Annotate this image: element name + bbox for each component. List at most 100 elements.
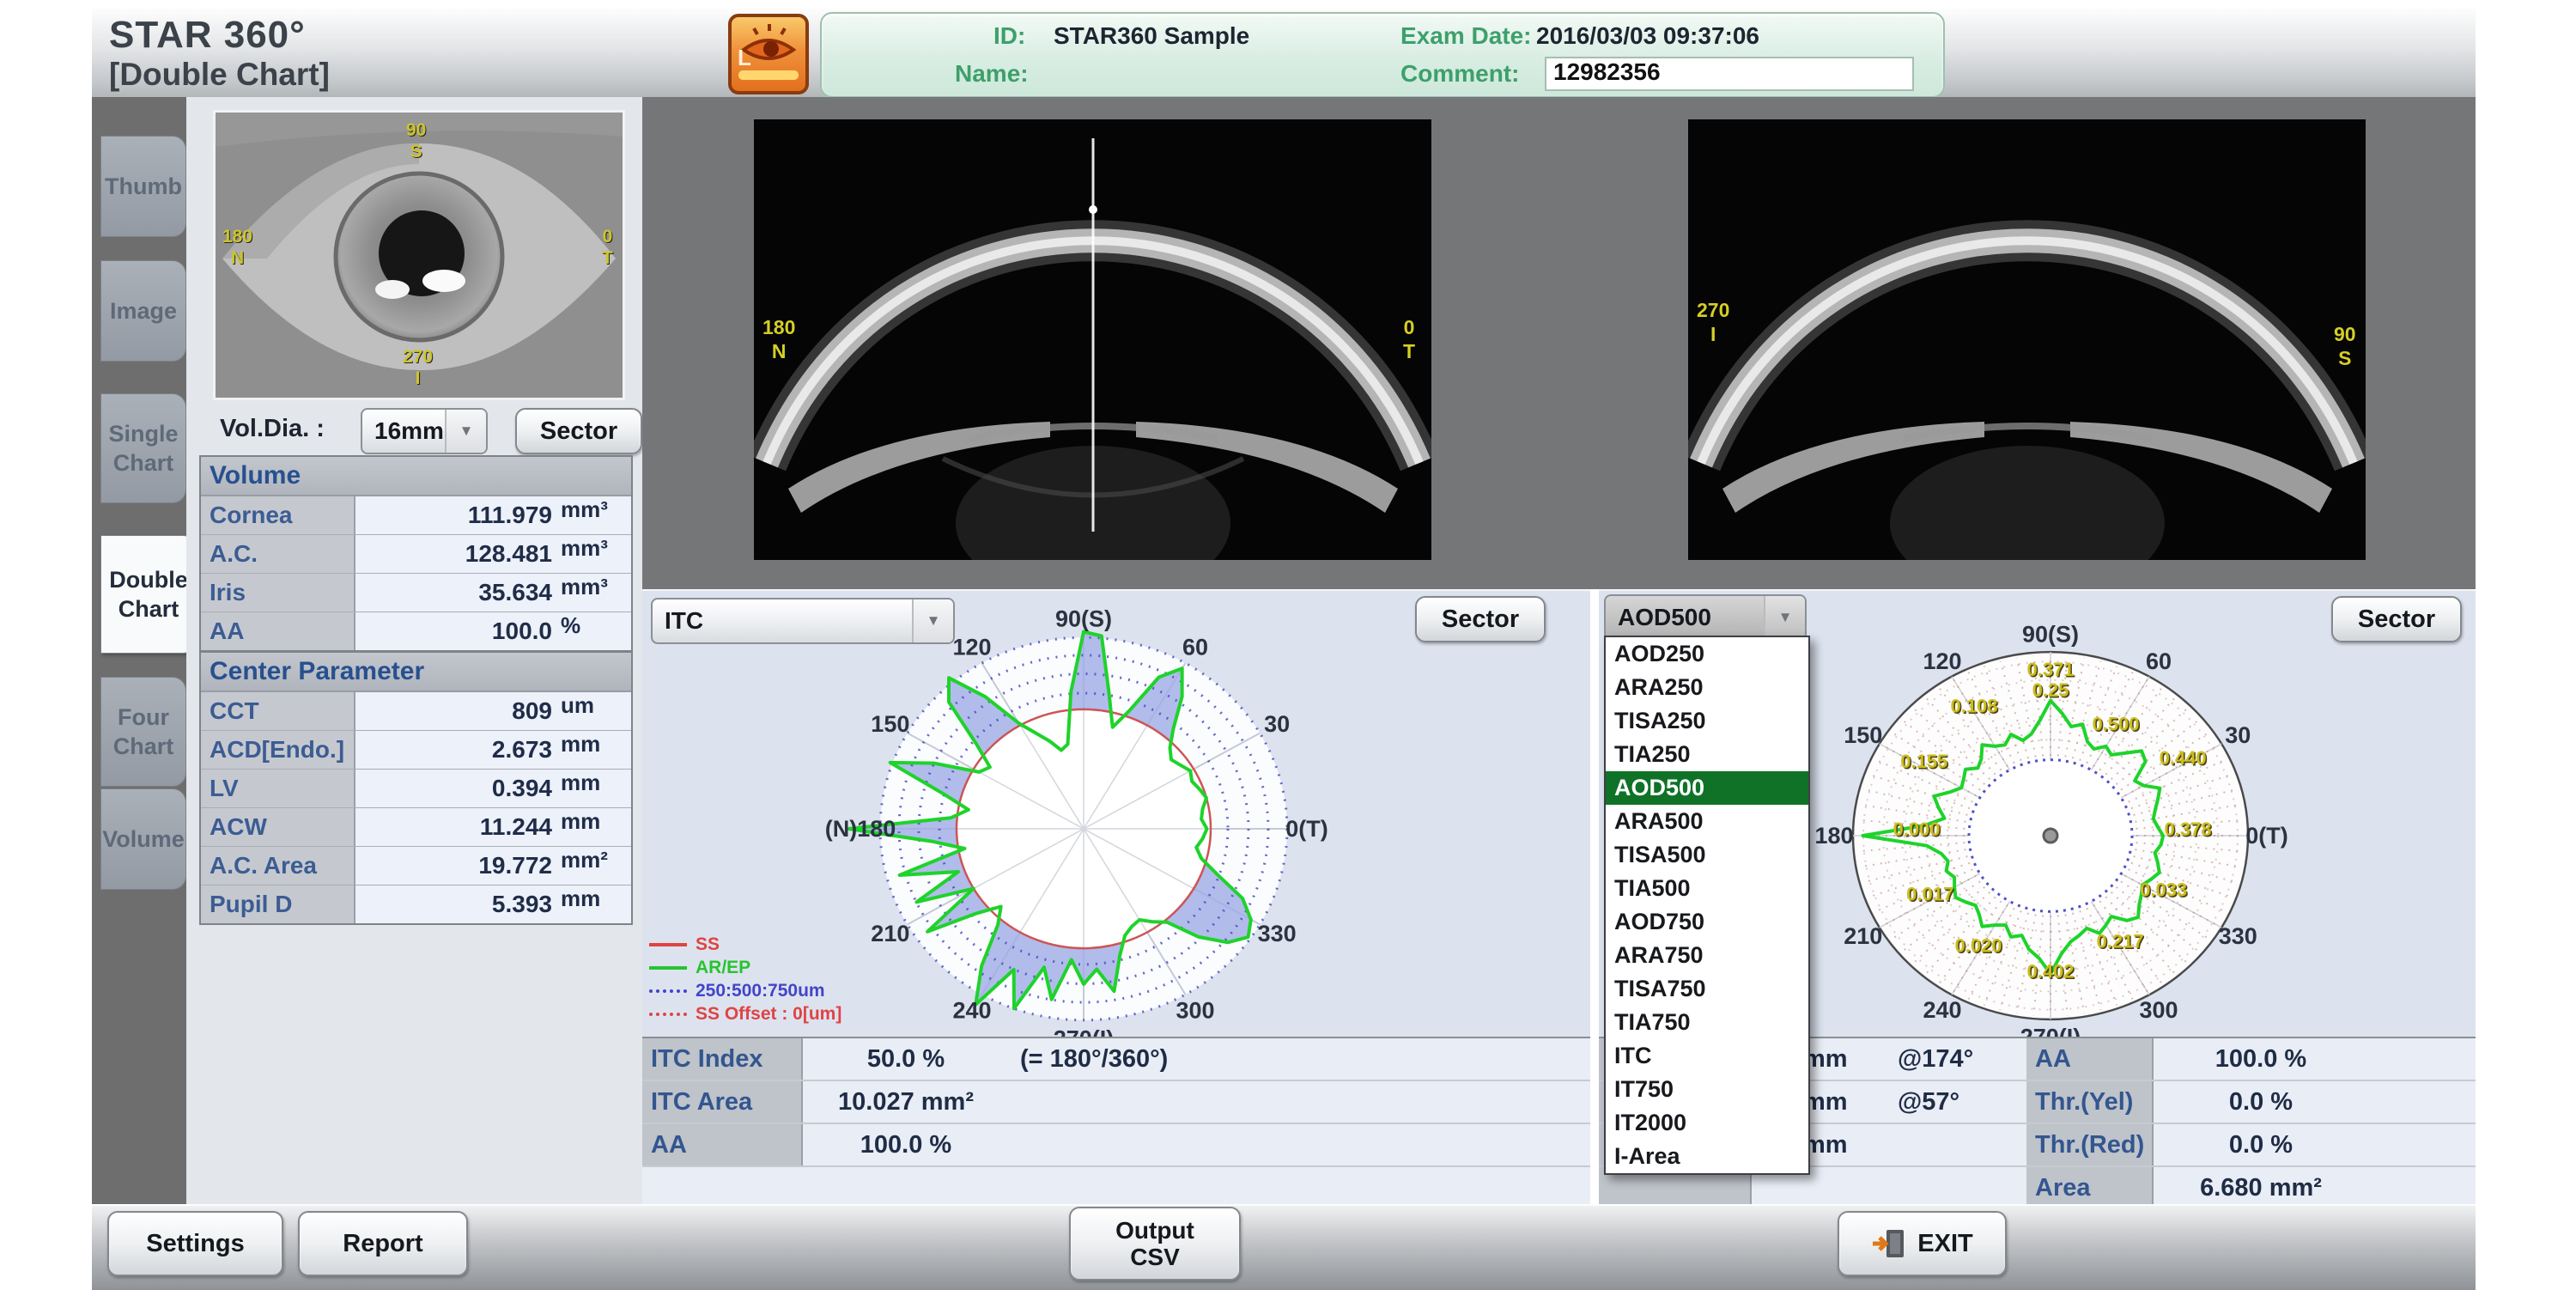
output-csv-button[interactable]: Output CSV [1069, 1207, 1241, 1281]
oct-right-inferior-label: 270I [1697, 298, 1729, 346]
dropdown-option-itc[interactable]: ITC [1606, 1039, 1808, 1073]
legend-label: AR/EP [696, 958, 750, 978]
result-label: Thr.(Red) [2026, 1124, 2154, 1165]
dropdown-option-aod500[interactable]: AOD500 [1606, 771, 1808, 805]
result-value: 10.027 mm² [803, 1081, 1009, 1123]
volume-row-label: AA [201, 612, 355, 650]
legend-item: SS [649, 933, 841, 956]
svg-text:180: 180 [1814, 823, 1853, 849]
dropdown-option-tisa750[interactable]: TISA750 [1606, 972, 1808, 1006]
result-note [1020, 1081, 1364, 1123]
footer-bar: Settings Report Output CSV EXIT [92, 1204, 2476, 1290]
right-chart-sector-button[interactable]: Sector [2331, 596, 2462, 642]
sidebar-tab-four-chart[interactable]: FourChart [100, 677, 186, 787]
sidebar-tab-single-chart[interactable]: SingleChart [100, 393, 186, 503]
thumb-label-temporal: 0T [602, 226, 613, 269]
svg-text:210: 210 [871, 921, 909, 946]
vol-dia-dropdown[interactable]: 16mm ▼ [361, 408, 488, 454]
dropdown-option-it750[interactable]: IT750 [1606, 1073, 1808, 1106]
result-value: 50.0 % [803, 1038, 1009, 1080]
vol-dia-label: Vol.Dia. : [220, 415, 325, 443]
thumb-label-nasal: 180N [222, 226, 252, 269]
svg-text:210: 210 [1844, 923, 1882, 949]
sidebar-tab-double-chart[interactable]: DoubleChart [100, 535, 197, 654]
itc-polar-chart: 0(T)306090(S)120150(N)180210240270(I)300… [807, 599, 1374, 1050]
center-parameter-row: ACD[Endo.]2.673mm [201, 731, 631, 770]
dropdown-option-aod250[interactable]: AOD250 [1606, 637, 1808, 671]
settings-button[interactable]: Settings [107, 1211, 283, 1276]
oct-scan-zone: 180N 0T 270I 90S [642, 97, 2476, 589]
dropdown-option-ara500[interactable]: ARA500 [1606, 805, 1808, 838]
svg-text:150: 150 [871, 711, 909, 737]
result-unit: mm [1803, 1038, 1906, 1080]
eye-thumbnail-image[interactable]: 90S 180N 0T 270I [213, 110, 625, 400]
result-label: Area [2026, 1167, 2154, 1208]
result-value: 0.0 % [2154, 1081, 2368, 1123]
svg-text:60: 60 [1182, 634, 1208, 660]
oct-right-superior-label: 90S [2334, 322, 2356, 370]
result-note [1020, 1167, 1364, 1208]
dropdown-option-ara250[interactable]: ARA250 [1606, 671, 1808, 704]
oct-scan-left-image[interactable]: 180N 0T [754, 119, 1431, 560]
svg-text:0.108: 0.108 [1950, 696, 1997, 717]
dropdown-option-aod750[interactable]: AOD750 [1606, 905, 1808, 939]
svg-text:120: 120 [1923, 648, 1961, 674]
exam-date-label: Exam Date: [1400, 22, 1532, 50]
center-parameter-row-value: 19.772 [355, 847, 552, 885]
tab-label-line: Double [109, 565, 188, 594]
dropdown-option-ara750[interactable]: ARA750 [1606, 939, 1808, 972]
output-csv-line2: CSV [1130, 1244, 1180, 1270]
svg-text:(N)180: (N)180 [825, 816, 896, 842]
dropdown-option-tisa500[interactable]: TISA500 [1606, 838, 1808, 872]
center-parameter-row-unit: um [552, 692, 631, 730]
dropdown-option-tia250[interactable]: TIA250 [1606, 738, 1808, 771]
center-parameter-row-label: A.C. Area [201, 847, 355, 885]
result-label: AA [642, 1124, 803, 1165]
comment-input[interactable]: 12982356 [1545, 57, 1914, 91]
svg-text:330: 330 [2219, 923, 2257, 949]
oct-scan-right-image[interactable]: 270I 90S [1688, 119, 2366, 560]
svg-text:90(S): 90(S) [1055, 606, 1112, 632]
center-parameter-row: A.C. Area19.772mm² [201, 847, 631, 885]
thumb-label-inferior: 270I [403, 346, 433, 389]
exam-date-value: 2016/03/03 09:37:06 [1536, 22, 1759, 50]
volume-diameter-row: Vol.Dia. : 16mm ▼ Sector [213, 405, 642, 456]
left-chart-sector-button[interactable]: Sector [1415, 596, 1546, 642]
oct-left-graphic [754, 119, 1431, 560]
center-parameter-row-label: LV [201, 770, 355, 807]
result-note [1020, 1124, 1364, 1165]
sidebar-tab-thumb[interactable]: Thumb [100, 136, 186, 237]
result-value [803, 1167, 1009, 1208]
result-angle [1898, 1124, 2026, 1165]
svg-text:0.440: 0.440 [2160, 747, 2207, 769]
result-unit [1803, 1167, 1906, 1208]
svg-text:150: 150 [1844, 722, 1882, 748]
center-parameter-row-value: 11.244 [355, 808, 552, 846]
thumb-sector-button[interactable]: Sector [515, 408, 642, 454]
svg-text:0.378: 0.378 [2164, 818, 2211, 840]
svg-text:60: 60 [2146, 648, 2172, 674]
dropdown-option-it2000[interactable]: IT2000 [1606, 1106, 1808, 1140]
volume-row-value: 100.0 [355, 612, 552, 650]
volume-row: AA100.0% [201, 612, 631, 650]
legend-swatch [649, 1013, 687, 1016]
center-parameter-title: Center Parameter [201, 653, 631, 692]
thumb-label-superior: 90S [406, 119, 426, 162]
sidebar-tab-image[interactable]: Image [100, 260, 186, 362]
dropdown-option-i-area[interactable]: I-Area [1606, 1140, 1808, 1173]
dropdown-option-tia500[interactable]: TIA500 [1606, 872, 1808, 905]
parameter-dropdown-list: AOD250ARA250TISA250TIA250AOD500ARA500TIS… [1604, 636, 1810, 1175]
center-parameter-row-label: ACD[Endo.] [201, 731, 355, 769]
exit-button[interactable]: EXIT [1838, 1211, 2007, 1276]
legend-label: 250:500:750um [696, 981, 825, 1001]
volume-row-value: 35.634 [355, 574, 552, 612]
center-parameter-row-label: Pupil D [201, 885, 355, 923]
report-button[interactable]: Report [298, 1211, 468, 1276]
center-parameter-row-unit: mm [552, 770, 631, 807]
volume-row-label: Cornea [201, 496, 355, 534]
chevron-down-icon[interactable]: ▼ [445, 410, 486, 453]
dropdown-option-tisa250[interactable]: TISA250 [1606, 704, 1808, 738]
dropdown-option-tia750[interactable]: TIA750 [1606, 1006, 1808, 1039]
sidebar-tab-volume[interactable]: Volume [100, 788, 186, 890]
tab-label-line: Single [108, 419, 178, 448]
